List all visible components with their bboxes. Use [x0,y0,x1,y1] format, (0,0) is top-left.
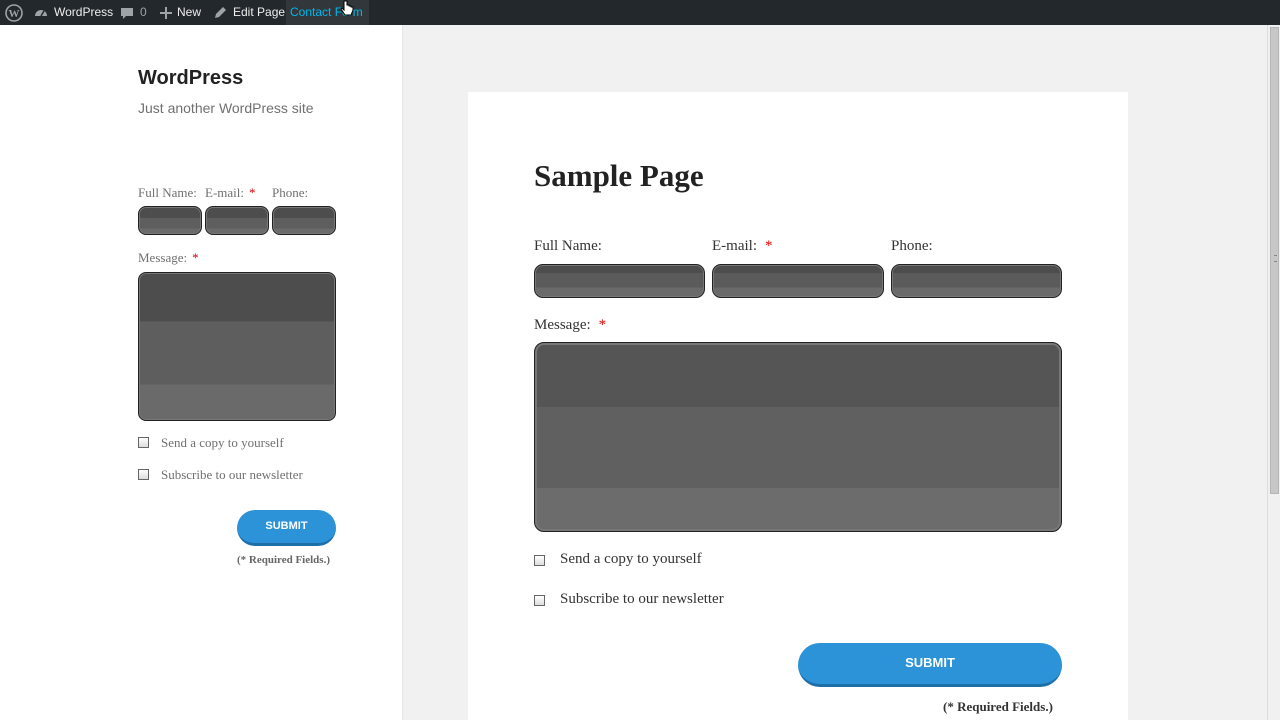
required-mark: * [598,317,607,333]
message-textarea[interactable] [534,342,1062,532]
site-name-link[interactable]: WordPress [34,0,113,25]
comments-link[interactable]: 0 [120,0,147,25]
page-scrollbar[interactable] [1267,25,1280,720]
submit-button[interactable]: SUBMIT [798,643,1062,687]
site-tagline: Just another WordPress site [138,100,314,116]
widget-phone-input[interactable] [272,206,336,235]
newsletter-label: Subscribe to our newsletter [560,591,724,607]
widget-newsletter-label: Subscribe to our newsletter [161,467,303,482]
wordpress-logo-icon[interactable]: W [5,0,23,25]
scrollbar-grip-icon [1274,255,1277,262]
edit-page-label: Edit Page [233,5,286,19]
widget-newsletter-checkbox[interactable] [138,469,149,480]
plus-icon [160,6,172,19]
full-name-label: Full Name: [534,238,602,254]
widget-email-label: E-mail: * [205,185,256,200]
widget-required-note: (* Required Fields.) [237,554,330,566]
admin-bar: W WordPress 0 New Edit Page Contact Form [0,0,1280,25]
phone-label: Phone: [891,238,933,254]
site-name-label: WordPress [54,5,114,19]
copy-label: Send a copy to yourself [560,551,702,567]
widget-message-textarea[interactable] [138,272,336,421]
edit-page-link[interactable]: Edit Page [214,0,285,25]
required-mark: * [765,238,773,254]
hand-cursor-icon [340,0,354,23]
widget-full-name-input[interactable] [138,206,202,235]
contact-form-link[interactable]: Contact Form [286,0,369,25]
widget-copy-checkbox[interactable] [138,437,149,448]
comment-icon [120,6,134,20]
email-label: E-mail: * [712,238,773,254]
message-label: Message: * [534,317,607,333]
full-name-input[interactable] [534,264,705,298]
email-input[interactable] [712,264,884,298]
widget-full-name-label: Full Name: [138,185,197,200]
required-mark: * [249,185,256,200]
newsletter-checkbox[interactable] [534,595,545,606]
required-mark: * [192,250,199,265]
phone-input[interactable] [891,264,1062,298]
comments-count: 0 [140,5,147,19]
required-note: (* Required Fields.) [943,699,1053,714]
new-link[interactable]: New [160,0,201,25]
widget-message-label: Message: * [138,250,199,265]
widget-submit-button[interactable]: SUBMIT [237,510,336,546]
widget-phone-label: Phone: [272,185,309,200]
svg-text:W: W [9,8,20,20]
site-title[interactable]: WordPress [138,67,243,90]
copy-checkbox[interactable] [534,555,545,566]
scrollbar-thumb[interactable] [1270,27,1279,494]
widget-copy-label: Send a copy to yourself [161,435,284,450]
new-label: New [177,5,202,19]
pencil-icon [214,6,227,19]
dashboard-icon [34,6,48,20]
page-title: Sample Page [534,158,704,193]
widget-email-input[interactable] [205,206,269,235]
